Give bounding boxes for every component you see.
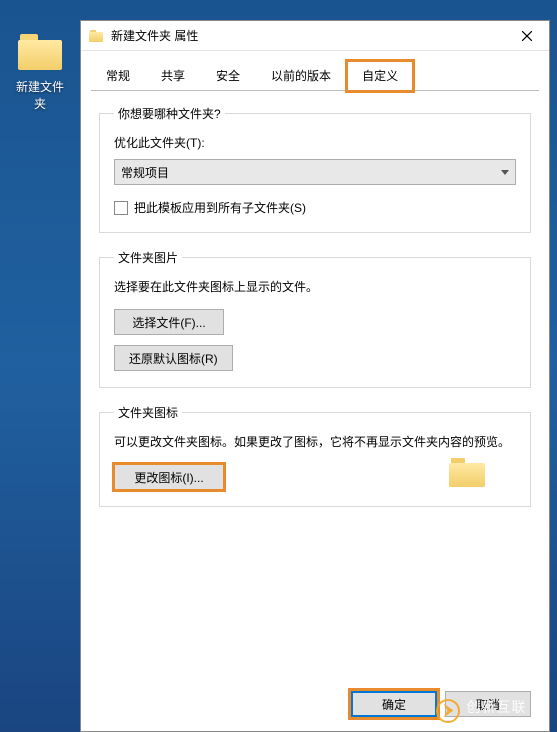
- watermark-brand-en: CHUANG XIN HU LIAN: [466, 717, 549, 724]
- choose-file-button[interactable]: 选择文件(F)...: [114, 309, 224, 335]
- tab-security[interactable]: 安全: [201, 61, 255, 91]
- optimize-combobox[interactable]: 常规项目: [114, 159, 516, 185]
- tab-sharing[interactable]: 共享: [146, 61, 200, 91]
- tab-strip: 常规 共享 安全 以前的版本 自定义: [81, 51, 549, 91]
- optimize-label: 优化此文件夹(T):: [114, 134, 516, 151]
- folder-type-legend: 你想要哪种文件夹?: [114, 105, 225, 122]
- optimize-value: 常规项目: [121, 164, 169, 181]
- folder-icon: [89, 29, 105, 43]
- watermark: 创新互联 CHUANG XIN HU LIAN: [436, 697, 549, 724]
- chevron-down-icon: [501, 170, 509, 175]
- tab-previous-versions[interactable]: 以前的版本: [256, 61, 346, 91]
- folder-icon-legend: 文件夹图标: [114, 404, 182, 421]
- properties-dialog: 新建文件夹 属性 常规 共享 安全 以前的版本 自定义 你想要哪种文件夹? 优化…: [80, 20, 550, 732]
- dialog-titlebar: 新建文件夹 属性: [81, 21, 549, 51]
- folder-icon-desc: 可以更改文件夹图标。如果更改了图标，它将不再显示文件夹内容的预览。: [114, 433, 516, 452]
- change-icon-button[interactable]: 更改图标(I)...: [114, 464, 224, 490]
- folder-icon-preview: [448, 456, 488, 490]
- folder-picture-legend: 文件夹图片: [114, 249, 182, 266]
- tab-general[interactable]: 常规: [91, 61, 145, 91]
- dialog-content: 你想要哪种文件夹? 优化此文件夹(T): 常规项目 把此模板应用到所有子文件夹(…: [81, 91, 549, 681]
- close-button[interactable]: [505, 21, 549, 51]
- restore-default-button[interactable]: 还原默认图标(R): [114, 345, 233, 371]
- watermark-brand-zh: 创新互联: [466, 697, 549, 717]
- tab-custom[interactable]: 自定义: [347, 61, 413, 91]
- desktop-folder[interactable]: 新建文件夹: [12, 32, 68, 112]
- folder-type-group: 你想要哪种文件夹? 优化此文件夹(T): 常规项目 把此模板应用到所有子文件夹(…: [99, 105, 531, 233]
- folder-picture-desc: 选择要在此文件夹图标上显示的文件。: [114, 278, 516, 297]
- apply-subfolders-checkbox[interactable]: [114, 201, 128, 215]
- dialog-title: 新建文件夹 属性: [111, 27, 505, 44]
- desktop-folder-label: 新建文件夹: [12, 78, 68, 112]
- ok-button[interactable]: 确定: [351, 691, 437, 717]
- tab-underline: [91, 90, 539, 91]
- folder-icon-group: 文件夹图标 可以更改文件夹图标。如果更改了图标，它将不再显示文件夹内容的预览。 …: [99, 404, 531, 507]
- apply-subfolders-row[interactable]: 把此模板应用到所有子文件夹(S): [114, 199, 516, 216]
- folder-icon: [16, 32, 64, 72]
- apply-subfolders-label: 把此模板应用到所有子文件夹(S): [134, 199, 306, 216]
- watermark-logo-icon: [436, 699, 460, 723]
- folder-picture-group: 文件夹图片 选择要在此文件夹图标上显示的文件。 选择文件(F)... 还原默认图…: [99, 249, 531, 388]
- close-icon: [522, 31, 532, 41]
